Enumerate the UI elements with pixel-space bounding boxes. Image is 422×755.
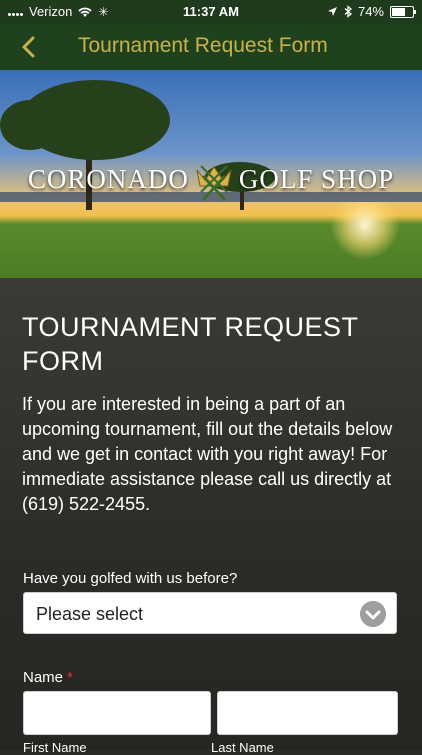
name-label-text: Name (23, 669, 64, 686)
battery-icon (390, 5, 416, 18)
name-label: Name * (23, 669, 73, 686)
status-right: 74% (327, 4, 416, 19)
form-intro: If you are interested in being a part of… (22, 394, 393, 514)
crown-crossed-clubs-icon (196, 165, 232, 202)
first-name-label: First Name (23, 740, 87, 755)
logo-text-right: GOLF SHOP (238, 164, 395, 195)
last-name-input[interactable] (217, 691, 398, 735)
location-icon (327, 7, 337, 16)
required-asterisk: * (67, 669, 73, 686)
first-name-input[interactable] (23, 691, 211, 735)
status-bar: Verizon ✳ 11:37 AM 74% (0, 0, 422, 24)
golfed-before-select[interactable]: Please select (23, 592, 397, 634)
page-title: Tournament Request Form (78, 34, 328, 57)
form-heading: TOURNAMENT REQUEST FORM (22, 312, 359, 376)
tree-canopy (0, 100, 60, 150)
hero-banner: CORONADO GOLF SHOP (0, 70, 422, 278)
chevron-left-icon[interactable] (14, 32, 44, 62)
form-section: TOURNAMENT REQUEST FORM If you are inter… (0, 278, 422, 755)
chevron-down-icon (360, 601, 386, 627)
select-value: Please select (36, 604, 144, 624)
brand-logo: CORONADO GOLF SHOP (0, 162, 422, 202)
golfed-question-label: Have you golfed with us before? (23, 570, 238, 587)
battery-percent: 74% (357, 4, 384, 19)
logo-text-left: CORONADO (27, 164, 189, 195)
bluetooth-icon (344, 5, 352, 18)
navigation-bar: Tournament Request Form (0, 24, 422, 70)
battery-level-fill (392, 7, 406, 16)
last-name-label: Last Name (211, 740, 274, 755)
